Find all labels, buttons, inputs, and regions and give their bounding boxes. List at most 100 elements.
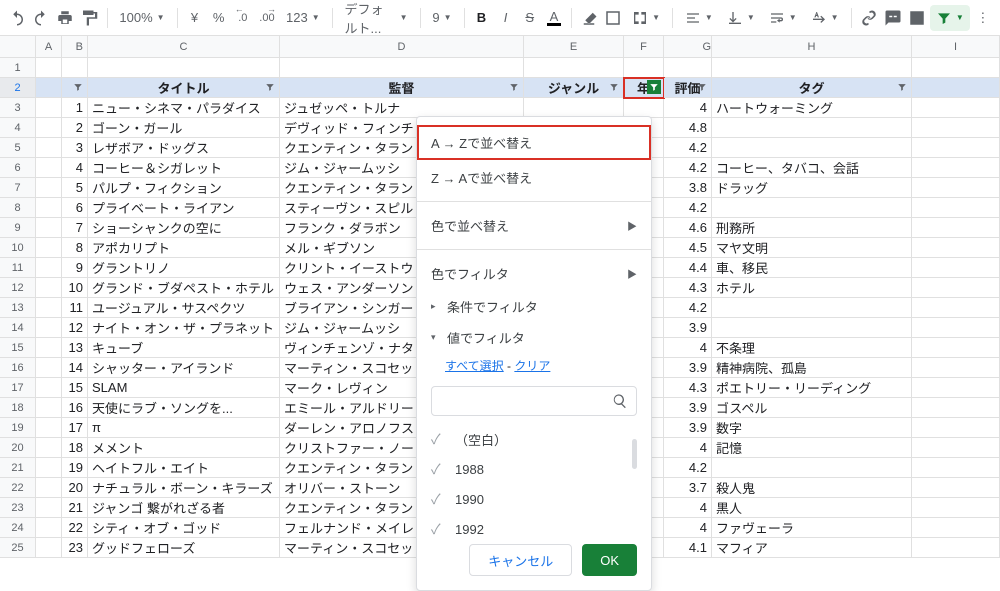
cell[interactable]: 4.8: [664, 118, 712, 138]
cell[interactable]: [36, 518, 62, 538]
row-header[interactable]: 16: [0, 358, 36, 378]
text-wrap-button[interactable]: ▼: [763, 5, 803, 31]
cell[interactable]: [912, 58, 1000, 78]
cell[interactable]: 4: [664, 338, 712, 358]
column-header[interactable]: H: [712, 36, 912, 57]
row-header[interactable]: 19: [0, 418, 36, 438]
cell[interactable]: メメント: [88, 438, 280, 458]
cell[interactable]: 3.9: [664, 398, 712, 418]
cell[interactable]: [624, 98, 664, 118]
cell[interactable]: 記憶: [712, 438, 912, 458]
cell[interactable]: ニュー・シネマ・パラダイス: [88, 98, 280, 118]
bold-button[interactable]: B: [470, 5, 492, 31]
cell[interactable]: 3.7: [664, 478, 712, 498]
filter-value-item[interactable]: ✓（空白）: [431, 424, 637, 454]
text-rotation-button[interactable]: ▼: [805, 5, 845, 31]
cell[interactable]: ドラッグ: [712, 178, 912, 198]
cell[interactable]: [912, 198, 1000, 218]
cell[interactable]: [36, 258, 62, 278]
row-header[interactable]: 15: [0, 338, 36, 358]
insert-comment-button[interactable]: [882, 5, 904, 31]
cell[interactable]: [36, 318, 62, 338]
cell[interactable]: レザボア・ドッグス: [88, 138, 280, 158]
select-all-corner[interactable]: [0, 36, 36, 57]
cell[interactable]: [36, 118, 62, 138]
row-header[interactable]: 18: [0, 398, 36, 418]
table-header-cell[interactable]: 年: [624, 78, 664, 98]
filter-icon[interactable]: [607, 80, 621, 94]
cell[interactable]: ショーシャンクの空に: [88, 218, 280, 238]
row-header[interactable]: 25: [0, 538, 36, 558]
ok-button[interactable]: OK: [582, 544, 637, 576]
undo-button[interactable]: [6, 5, 28, 31]
cell[interactable]: [36, 538, 62, 558]
cell[interactable]: ゴーン・ガール: [88, 118, 280, 138]
cell[interactable]: 10: [62, 278, 88, 298]
percent-button[interactable]: %: [208, 5, 230, 31]
row-header[interactable]: 21: [0, 458, 36, 478]
cell[interactable]: 不条理: [712, 338, 912, 358]
row-header[interactable]: 1: [0, 58, 36, 78]
italic-button[interactable]: I: [495, 5, 517, 31]
clear-link[interactable]: クリア: [514, 359, 550, 373]
cell[interactable]: [88, 58, 280, 78]
sort-by-color-item[interactable]: 色で並べ替え▶: [417, 208, 651, 243]
cell[interactable]: [912, 378, 1000, 398]
cell[interactable]: π: [88, 418, 280, 438]
cell[interactable]: [912, 358, 1000, 378]
row-header[interactable]: 13: [0, 298, 36, 318]
increase-decimal-button[interactable]: .00→: [256, 5, 278, 31]
cell[interactable]: [912, 298, 1000, 318]
filter-icon[interactable]: [263, 80, 277, 94]
cell[interactable]: 4.2: [664, 298, 712, 318]
cell[interactable]: 4.2: [664, 458, 712, 478]
cell[interactable]: 4.1: [664, 538, 712, 558]
column-header[interactable]: E: [524, 36, 624, 57]
cell[interactable]: 天使にラブ・ソングを...: [88, 398, 280, 418]
cell[interactable]: [712, 298, 912, 318]
cell[interactable]: [912, 418, 1000, 438]
row-header[interactable]: 10: [0, 238, 36, 258]
cell[interactable]: [524, 98, 624, 118]
row-header[interactable]: 12: [0, 278, 36, 298]
cell[interactable]: [36, 238, 62, 258]
row-header[interactable]: 3: [0, 98, 36, 118]
cell[interactable]: 4.3: [664, 378, 712, 398]
cell[interactable]: [280, 58, 524, 78]
cell[interactable]: グッドフェローズ: [88, 538, 280, 558]
cell[interactable]: 2: [62, 118, 88, 138]
cell[interactable]: コーヒー＆シガレット: [88, 158, 280, 178]
cell[interactable]: 4: [664, 518, 712, 538]
sort-ascending-item[interactable]: A → Zで並べ替え: [417, 125, 651, 160]
row-header[interactable]: 7: [0, 178, 36, 198]
horizontal-align-button[interactable]: ▼: [679, 5, 719, 31]
cell[interactable]: 7: [62, 218, 88, 238]
cell[interactable]: 4.4: [664, 258, 712, 278]
cell[interactable]: [912, 78, 1000, 98]
cancel-button[interactable]: キャンセル: [469, 544, 572, 576]
cell[interactable]: 4: [664, 438, 712, 458]
cell[interactable]: 3: [62, 138, 88, 158]
cell[interactable]: 20: [62, 478, 88, 498]
cell[interactable]: 5: [62, 178, 88, 198]
cell[interactable]: [36, 78, 62, 98]
cell[interactable]: [36, 218, 62, 238]
cell[interactable]: マヤ文明: [712, 238, 912, 258]
cell[interactable]: アポカリプト: [88, 238, 280, 258]
font-size-select[interactable]: 9▼: [426, 5, 457, 31]
filter-icon[interactable]: [695, 80, 709, 94]
cell[interactable]: 4: [62, 158, 88, 178]
cell[interactable]: 黒人: [712, 498, 912, 518]
number-format-select[interactable]: 123▼: [280, 5, 326, 31]
cell[interactable]: 1: [62, 98, 88, 118]
cell[interactable]: 3.9: [664, 318, 712, 338]
cell[interactable]: [36, 418, 62, 438]
cell[interactable]: [36, 58, 62, 78]
scrollbar-thumb[interactable]: [632, 439, 637, 469]
cell[interactable]: [36, 158, 62, 178]
filter-icon[interactable]: [71, 80, 85, 94]
cell[interactable]: ファヴェーラ: [712, 518, 912, 538]
cell[interactable]: [712, 138, 912, 158]
merge-cells-button[interactable]: ▼: [626, 5, 666, 31]
currency-button[interactable]: ¥: [183, 5, 205, 31]
